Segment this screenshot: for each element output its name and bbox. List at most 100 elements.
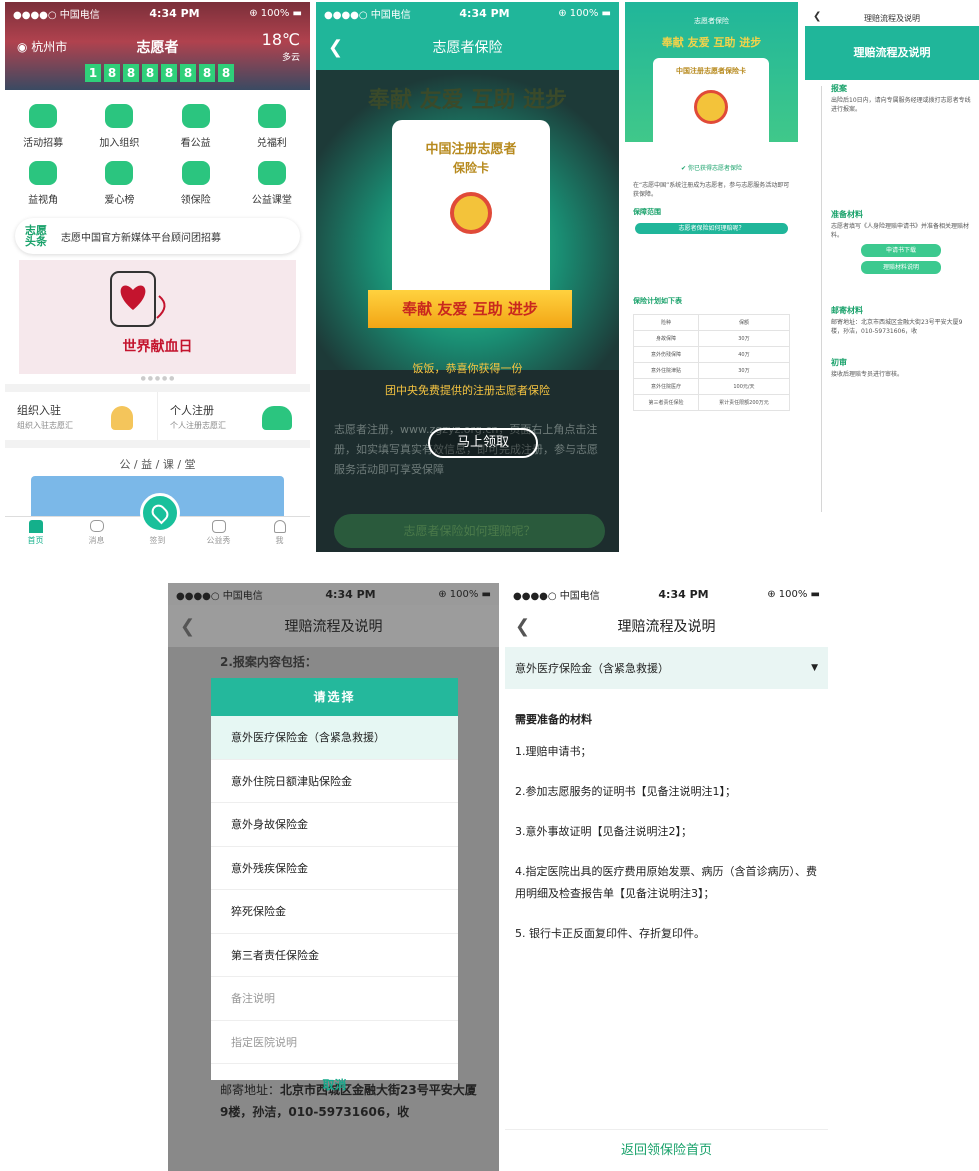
tab-messages[interactable]: 消息 bbox=[66, 517, 127, 552]
battery: ⊕ 100% ▬ bbox=[767, 588, 820, 600]
picker-modal: 请选择 意外医疗保险金（含紧急救援） 意外住院日额津贴保险金 意外身故保险金 意外残疾… bbox=[211, 678, 458, 1092]
table-cell: 意外住院医疗 bbox=[633, 378, 699, 395]
grid-item[interactable]: 看公益 bbox=[158, 104, 234, 149]
grid-item[interactable]: 益视角 bbox=[5, 161, 81, 206]
congrats-line-1: 饭饭，恭喜你获得一份 bbox=[412, 362, 523, 375]
grid-item[interactable]: 公益课堂 bbox=[234, 161, 310, 206]
how-to-claim-button[interactable]: 志愿者保险如何理赔呢？ bbox=[334, 514, 605, 548]
back-icon[interactable]: ❮ bbox=[515, 616, 530, 637]
checkin-button[interactable] bbox=[140, 493, 180, 533]
materials-title: 需要准备的材料 bbox=[515, 713, 592, 726]
how-to-claim-pill[interactable]: 志愿者保险如何理赔呢？ bbox=[635, 223, 788, 234]
feature-grid: 活动招募 加入组织 看公益 兑福利益视角 爱心榜 领保险 公益课堂 bbox=[5, 90, 310, 212]
counter-digit: 8 bbox=[218, 64, 234, 82]
status-bar: ●●●●○ 中国电信 4:34 PM ⊕ 100% ▬ bbox=[316, 2, 619, 24]
watch-icon bbox=[181, 104, 210, 128]
grid-item-label: 加入组织 bbox=[99, 138, 140, 149]
tab-home[interactable]: 首页 bbox=[5, 517, 66, 552]
picker-option[interactable]: 意外住院日额津贴保险金 bbox=[211, 760, 458, 803]
back-icon[interactable]: ❮ bbox=[328, 37, 343, 58]
person-icon bbox=[111, 406, 133, 430]
tab-bar: 首页 消息 签到 公益秀 我 bbox=[5, 493, 310, 552]
claim-now-button[interactable]: 马上领取 bbox=[428, 428, 538, 458]
intro-text: 在“志愿中国”系统注册成为志愿者，参与志愿服务活动即可获保障。 bbox=[633, 182, 790, 198]
status-bar: ●●●●○ 中国电信 4:34 PM ⊕ 100% ▬ bbox=[505, 583, 828, 605]
picker-option[interactable]: 指定医院说明 bbox=[211, 1021, 458, 1064]
nav-bar: ❮ 理赔流程及说明 bbox=[805, 2, 979, 26]
picker-option[interactable]: 备注说明 bbox=[211, 977, 458, 1021]
column-header: 保额 bbox=[697, 314, 791, 331]
grid-item[interactable]: 活动招募 bbox=[5, 104, 81, 149]
step-text: 出险后10日内，请向专属服务经理或拨打志愿者专线进行报案。 bbox=[831, 97, 971, 113]
nav-bar: ❮ 理赔流程及说明 bbox=[505, 605, 828, 647]
emblem-icon bbox=[450, 192, 492, 234]
insurance-type-dropdown[interactable]: 意外医疗保险金（含紧急救援） ▼ bbox=[505, 647, 828, 689]
time: 4:34 PM bbox=[658, 587, 709, 601]
table-cell: 40万 bbox=[697, 346, 791, 363]
grid-item-label: 爱心榜 bbox=[104, 195, 135, 206]
step-materials: 准备材料 志愿者填写《人身险理赔申请书》并准备相关理赔材料。 申请书下载 理赔材… bbox=[805, 206, 979, 282]
gift-icon bbox=[257, 104, 286, 128]
emblem-icon bbox=[694, 90, 728, 124]
insurance-screen: ●●●●○ 中国电信 4:34 PM ⊕ 100% ▬ ❮ 志愿者保险 奉献 友… bbox=[316, 2, 619, 552]
carrier: ●●●●○ 中国电信 bbox=[176, 590, 263, 602]
message-icon bbox=[89, 520, 104, 532]
table-cell: 身故保障 bbox=[633, 330, 699, 347]
card-title: 中国注册志愿者 bbox=[425, 142, 517, 157]
nav-title: 志愿者保险 bbox=[432, 40, 503, 56]
nav-bar: ❮ 志愿者保险 bbox=[316, 24, 619, 70]
flow-hero: 理赔流程及说明 bbox=[805, 26, 979, 80]
back-to-insurance-home-button[interactable]: 返回领保险首页 bbox=[505, 1129, 828, 1171]
news-ticker[interactable]: 志愿头条 志愿中国官方新媒体平台顾问团招募 bbox=[15, 218, 300, 254]
congrats-message: 饭饭，恭喜你获得一份 团中央免费提供的注册志愿者保险 bbox=[316, 358, 619, 402]
picker-option[interactable]: 意外身故保险金 bbox=[211, 803, 458, 847]
banner-carousel[interactable]: 世界献血日 bbox=[19, 260, 296, 374]
nav-title: 理赔流程及说明 bbox=[864, 14, 920, 23]
dropdown-value: 意外医疗保险金（含紧急救援） bbox=[515, 662, 669, 675]
plan-heading: 保险计划如下表 bbox=[633, 297, 682, 305]
time: 4:34 PM bbox=[149, 6, 200, 20]
material-item: 2.参加志愿服务的证明书【见备注说明注1】； bbox=[515, 785, 736, 798]
org-register-card[interactable]: 组织入驻 组织入驻志愿汇 bbox=[5, 392, 158, 440]
table-cell: 第三者责任保险 bbox=[633, 394, 699, 411]
time: 4:34 PM bbox=[459, 6, 510, 20]
picker-option[interactable]: 猝死保险金 bbox=[211, 890, 458, 934]
grid-item[interactable]: 领保险 bbox=[158, 161, 234, 206]
download-form-button[interactable]: 申请书下载 bbox=[861, 244, 941, 257]
tab-me[interactable]: 我 bbox=[249, 517, 310, 552]
news-tag: 志愿头条 bbox=[25, 224, 47, 248]
weather-condition: 多云 bbox=[281, 53, 300, 63]
table-cell: 30万 bbox=[697, 330, 791, 347]
step-text: 志愿者填写《人身险理赔申请书》并准备相关理赔材料。 bbox=[831, 223, 970, 239]
counter-digit: 8 bbox=[161, 64, 177, 82]
classroom-icon bbox=[257, 161, 286, 185]
counter-digit: 8 bbox=[142, 64, 158, 82]
picker-option[interactable]: 意外医疗保险金（含紧急救援） bbox=[211, 716, 458, 760]
grid-item[interactable]: 加入组织 bbox=[81, 104, 157, 149]
back-icon[interactable]: ❮ bbox=[180, 616, 195, 637]
step-report: 报案 出险后10日内，请向专属服务经理或拨打志愿者专线进行报案。 bbox=[805, 80, 979, 206]
carrier: ●●●●○ 中国电信 bbox=[324, 9, 411, 21]
grid-item[interactable]: 爱心榜 bbox=[81, 161, 157, 206]
personal-register-card[interactable]: 个人注册 个人注册志愿汇 bbox=[158, 392, 310, 440]
grid-item-label: 益视角 bbox=[28, 195, 59, 206]
counter-digit: 8 bbox=[180, 64, 196, 82]
materials-guide-button[interactable]: 理赔材料说明 bbox=[861, 261, 941, 274]
slogan-ribbon: 奉献 友爱 互助 进步 bbox=[368, 290, 572, 328]
recruit-icon bbox=[29, 104, 58, 128]
material-item: 4.指定医院出具的医疗费用原始发票、病历（含首诊病历）、费用明细及检查报告单【见… bbox=[515, 865, 817, 900]
table-row: 第三者责任保险 累计责任限额200万元 bbox=[633, 394, 791, 411]
picker-option[interactable]: 第三者责任保险金 bbox=[211, 934, 458, 977]
counter-digit: 8 bbox=[199, 64, 215, 82]
battery: ⊕ 100% ▬ bbox=[558, 7, 611, 19]
nav-title: 志愿者保险 bbox=[694, 17, 729, 25]
background-slogan: 奉献 友爱 互助 进步 bbox=[368, 88, 567, 113]
nav-title: 理赔流程及说明 bbox=[617, 619, 716, 635]
grid-item[interactable]: 兑福利 bbox=[234, 104, 310, 149]
picker-option[interactable]: 意外残疾保险金 bbox=[211, 847, 458, 890]
tab-showcase[interactable]: 公益秀 bbox=[188, 517, 249, 552]
temperature: 18℃ bbox=[261, 30, 300, 49]
cancel-button[interactable]: 取消 bbox=[211, 1064, 458, 1106]
back-icon[interactable]: ❮ bbox=[813, 11, 821, 22]
grid-item-label: 领保险 bbox=[180, 195, 211, 206]
